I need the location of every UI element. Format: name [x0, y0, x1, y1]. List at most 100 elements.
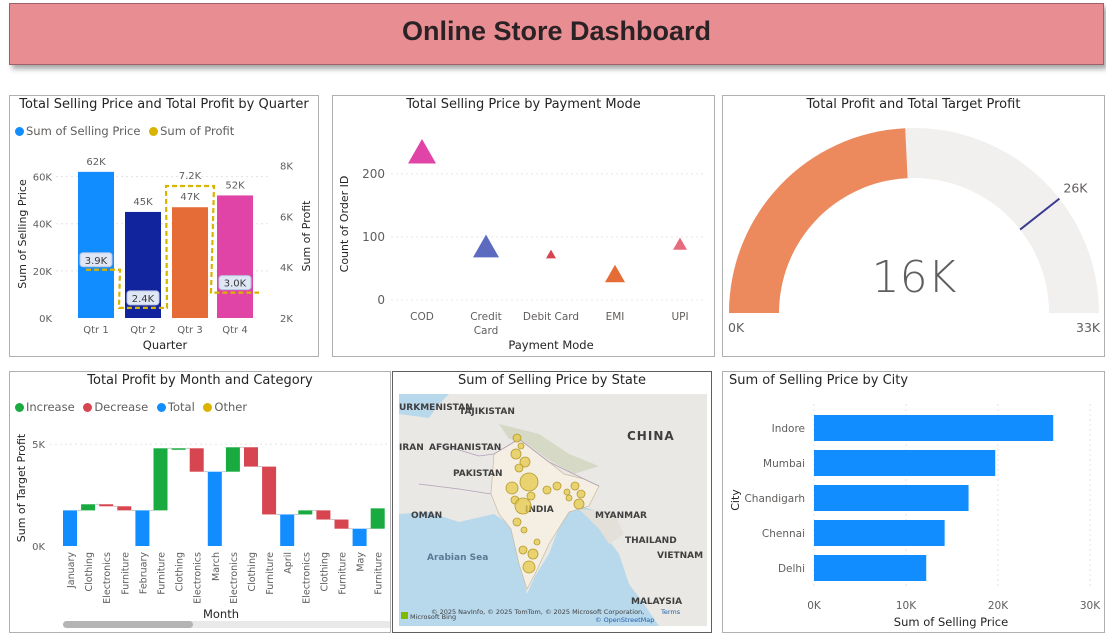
x-tick-label: January — [66, 552, 77, 589]
waterfall-bar — [352, 528, 367, 546]
x-tick-label: Electronics — [102, 552, 113, 604]
month-chart-plot: 0K 5K Sum of Target Profit Month January Clot… — [15, 433, 388, 621]
y2-tick-label: 8K — [280, 162, 293, 173]
map-label: IRAN — [399, 443, 424, 453]
quarter-chart-panel[interactable]: Total Selling Price and Total Profit by … — [9, 95, 319, 357]
state-map-panel[interactable]: Sum of Selling Price by State URKMENISTA… — [392, 371, 712, 633]
month-chart-panel[interactable]: Total Profit by Month and Category Incre… — [9, 371, 391, 633]
x-tick-label: Qtr 4 — [222, 325, 247, 336]
gauge-target-label: 26K — [1063, 181, 1088, 196]
y-axis-title: Sum of Target Profit — [15, 433, 28, 542]
map-label: VIETNAM — [657, 551, 703, 561]
map-bubble — [510, 448, 522, 460]
map-bubble — [570, 481, 580, 491]
map-bubble — [576, 489, 586, 499]
gauge-min-label: 0K — [728, 320, 745, 335]
x-tick-label: Electronics — [301, 552, 312, 604]
x-tick-label: February — [138, 552, 149, 594]
city-bar — [814, 520, 945, 546]
y-axis-title: Sum of Selling Price — [16, 179, 29, 289]
x-tick-label: Furniture — [120, 552, 131, 595]
y-tick-label: Chennai — [762, 528, 805, 540]
waterfall-bar — [135, 510, 150, 546]
waterfall-bar — [244, 447, 258, 467]
payment-marker — [408, 139, 436, 164]
map-label: AFGHANISTAN — [429, 443, 501, 453]
map-bubble — [563, 488, 571, 496]
waterfall-bar — [207, 471, 222, 546]
map-label: TAJIKISTAN — [459, 407, 515, 417]
map-bubble — [512, 433, 522, 443]
waterfall-bar — [370, 508, 385, 529]
city-bar — [814, 415, 1054, 441]
x-axis-title: Sum of Selling Price — [894, 615, 1008, 629]
y-tick-label: 100 — [362, 230, 385, 244]
x-axis-title: Quarter — [143, 338, 188, 352]
city-bar — [814, 555, 927, 581]
x-tick-label: March — [211, 552, 222, 581]
map-canvas[interactable]: URKMENISTAN TAJIKISTAN IRAN AFGHANISTAN PAKI… — [399, 394, 707, 626]
city-bar — [814, 450, 996, 476]
dashboard-banner: Online Store Dashboard — [9, 3, 1104, 65]
x-tick-label: Card — [474, 325, 499, 337]
payment-marker — [673, 237, 687, 250]
map-bubble — [505, 481, 519, 495]
map-terms-link: Terms — [660, 608, 681, 616]
waterfall-bar — [99, 504, 114, 507]
map-bubble — [520, 526, 528, 534]
map-drawing: URKMENISTANTAJIKISTANIRAN AFGHANISTANPAKI… — [399, 394, 707, 626]
y2-axis-title: Sum of Profit — [300, 200, 313, 272]
y-tick-label: 40K — [33, 220, 53, 231]
map-label: MYANMAR — [595, 511, 647, 521]
waterfall-bar — [225, 447, 240, 472]
waterfall-bar — [63, 510, 77, 546]
x-tick-label: Clothing — [84, 552, 95, 592]
bar-data-label: 52K — [225, 180, 245, 191]
x-tick-label: April — [283, 552, 294, 574]
x-tick-label: Furniture — [374, 552, 385, 595]
waterfall-bar — [117, 506, 132, 511]
map-osm-link: © OpenStreetMap — [595, 616, 654, 624]
waterfall-bar — [334, 519, 349, 529]
bing-logo-icon — [401, 612, 408, 619]
state-map-title: Sum of Selling Price by State — [458, 373, 646, 388]
month-chart-scrollbar[interactable] — [63, 621, 390, 628]
profit-data-label: 3.9K — [85, 256, 108, 267]
bar-data-label: 45K — [133, 197, 153, 208]
map-label: OMAN — [411, 511, 442, 521]
payment-chart-panel[interactable]: Total Selling Price by Payment Mode 0 100… — [332, 95, 715, 357]
x-tick-label: May — [356, 552, 367, 572]
y-tick-label: 5K — [32, 440, 45, 451]
y-tick-label: Indore — [772, 423, 805, 435]
waterfall-bar — [316, 510, 331, 520]
y-axis-title: Count of Order ID — [338, 176, 351, 273]
y-tick-label: 0K — [39, 314, 52, 325]
x-tick-label: Clothing — [247, 552, 258, 592]
x-axis-title: Month — [203, 607, 239, 621]
waterfall-bar — [81, 504, 96, 511]
y-axis-title: City — [729, 489, 742, 511]
map-bubble — [519, 472, 539, 492]
map-label: CHINA — [627, 429, 675, 443]
waterfall-bar — [262, 466, 277, 515]
map-label: MALAYSIA — [631, 597, 682, 607]
x-tick-label: Furniture — [265, 552, 276, 595]
city-chart-panel[interactable]: Sum of Selling Price by City 0K 10K 20K 30K… — [722, 371, 1105, 633]
map-bubble — [517, 442, 525, 450]
map-bubble — [565, 494, 573, 502]
x-tick-label: Qtr 3 — [177, 325, 202, 336]
x-tick-label: EMI — [606, 311, 625, 323]
x-tick-label: 30K — [1080, 600, 1101, 612]
gauge-panel[interactable]: Total Profit and Total Target Profit 26K… — [722, 95, 1105, 357]
y-tick-label: 0K — [32, 542, 45, 553]
gauge-max-label: 33K — [1076, 320, 1101, 335]
scrollbar-thumb[interactable] — [63, 621, 193, 628]
payment-marker — [605, 264, 625, 283]
bar-selling-price — [78, 171, 114, 318]
y2-tick-label: 2K — [280, 314, 293, 325]
map-bubble — [514, 497, 532, 515]
x-tick-label: Furniture — [338, 552, 349, 595]
payment-chart-plot: 0 100 200 Count of Order ID Payment Mode COD C… — [338, 139, 705, 352]
city-bar — [814, 485, 969, 511]
y-tick-label: Delhi — [778, 563, 805, 575]
